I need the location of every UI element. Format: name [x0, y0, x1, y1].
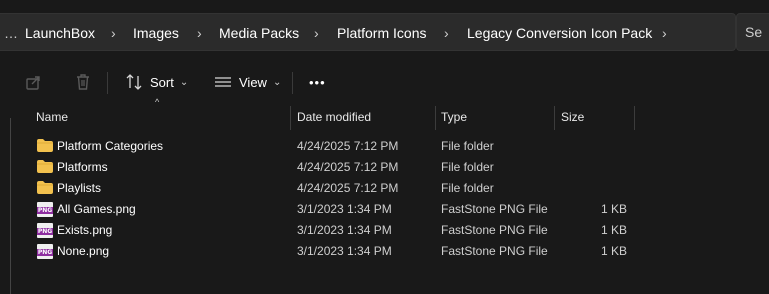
breadcrumb: … LaunchBox › Images › Media Packs › Pla…: [0, 13, 736, 51]
list-item[interactable]: Platforms 4/24/2025 7:12 PM File folder: [0, 157, 769, 178]
list-item[interactable]: PNG All Games.png 3/1/2023 1:34 PM FastS…: [0, 199, 769, 220]
list-item[interactable]: PNG None.png 3/1/2023 1:34 PM FastStone …: [0, 241, 769, 262]
file-date: 4/24/2025 7:12 PM: [297, 181, 399, 195]
breadcrumb-item-media-packs[interactable]: Media Packs: [219, 14, 299, 52]
breadcrumb-item-legacy-conversion-icon-pack[interactable]: Legacy Conversion Icon Pack: [467, 14, 652, 52]
trash-icon: [77, 74, 89, 90]
column-divider[interactable]: [290, 106, 291, 130]
file-type: FastStone PNG File: [441, 223, 548, 237]
share-icon: [26, 76, 40, 90]
file-name: All Games.png: [57, 202, 136, 216]
chevron-down-icon: ⌄: [272, 76, 282, 88]
png-tag: PNG: [37, 207, 53, 214]
view-label: View: [239, 74, 267, 90]
file-date: 3/1/2023 1:34 PM: [297, 223, 392, 237]
view-icon: [215, 77, 231, 87]
more-options-button[interactable]: •••: [309, 68, 326, 96]
file-type: File folder: [441, 181, 494, 195]
file-date: 4/24/2025 7:12 PM: [297, 139, 399, 153]
chevron-right-icon[interactable]: ›: [314, 14, 319, 52]
chevron-down-icon: ⌄: [179, 76, 189, 88]
breadcrumb-item-platform-icons[interactable]: Platform Icons: [337, 14, 426, 52]
list-item[interactable]: Playlists 4/24/2025 7:12 PM File folder: [0, 178, 769, 199]
breadcrumb-item-images[interactable]: Images: [133, 14, 179, 52]
file-size: 1 KB: [600, 244, 627, 258]
file-size: 1 KB: [600, 202, 627, 216]
file-name: None.png: [57, 244, 110, 258]
file-size: 1 KB: [600, 223, 627, 237]
chevron-right-icon[interactable]: ›: [197, 14, 202, 52]
png-file-icon: PNG: [37, 223, 53, 238]
sort-label: Sort: [150, 74, 174, 90]
folder-icon: [37, 139, 53, 152]
column-header-date-modified[interactable]: Date modified: [297, 104, 371, 130]
column-header-name[interactable]: Name: [36, 104, 68, 130]
toolbar-divider: [107, 72, 108, 94]
command-bar: Sort ⌄ View ⌄ •••: [0, 60, 769, 104]
file-date: 3/1/2023 1:34 PM: [297, 244, 392, 258]
column-divider[interactable]: [634, 106, 635, 130]
list-item[interactable]: PNG Exists.png 3/1/2023 1:34 PM FastSton…: [0, 220, 769, 241]
folder-icon: [37, 160, 53, 173]
toolbar-divider: [292, 72, 293, 94]
file-date: 3/1/2023 1:34 PM: [297, 202, 392, 216]
file-size: [560, 136, 627, 157]
file-type: File folder: [441, 139, 494, 153]
file-date: 4/24/2025 7:12 PM: [297, 160, 399, 174]
png-tag: PNG: [37, 249, 53, 256]
column-divider[interactable]: [435, 106, 436, 130]
chevron-right-icon[interactable]: ›: [444, 14, 449, 52]
sort-icon: [126, 74, 142, 90]
more-icon: •••: [309, 74, 326, 90]
folder-icon: [37, 181, 53, 194]
breadcrumb-item-launchbox[interactable]: LaunchBox: [25, 14, 95, 52]
file-name: Exists.png: [57, 223, 113, 237]
search-input[interactable]: Se: [736, 13, 769, 51]
file-size: [560, 178, 627, 199]
list-item[interactable]: Platform Categories 4/24/2025 7:12 PM Fi…: [0, 136, 769, 157]
view-button[interactable]: View ⌄: [213, 68, 281, 96]
chevron-right-icon[interactable]: ›: [662, 14, 667, 52]
sort-button[interactable]: Sort ⌄: [124, 68, 188, 96]
share-button[interactable]: [24, 68, 44, 96]
column-header-type[interactable]: Type: [441, 104, 467, 130]
chevron-right-icon[interactable]: ›: [111, 14, 116, 52]
file-type: File folder: [441, 160, 494, 174]
column-header-row: Name Date modified Type Size: [20, 104, 769, 130]
file-name: Platform Categories: [57, 139, 164, 153]
file-size: [560, 157, 627, 178]
file-name: Platforms: [57, 160, 108, 174]
file-type: FastStone PNG File: [441, 244, 548, 258]
png-file-icon: PNG: [37, 244, 53, 259]
file-type: FastStone PNG File: [441, 202, 548, 216]
png-file-icon: PNG: [37, 202, 53, 217]
breadcrumb-overflow-button[interactable]: …: [4, 14, 18, 52]
png-tag: PNG: [37, 228, 53, 235]
column-divider[interactable]: [554, 106, 555, 130]
column-header-size[interactable]: Size: [561, 104, 584, 130]
file-name: Playlists: [57, 181, 102, 195]
delete-button[interactable]: [73, 68, 93, 96]
